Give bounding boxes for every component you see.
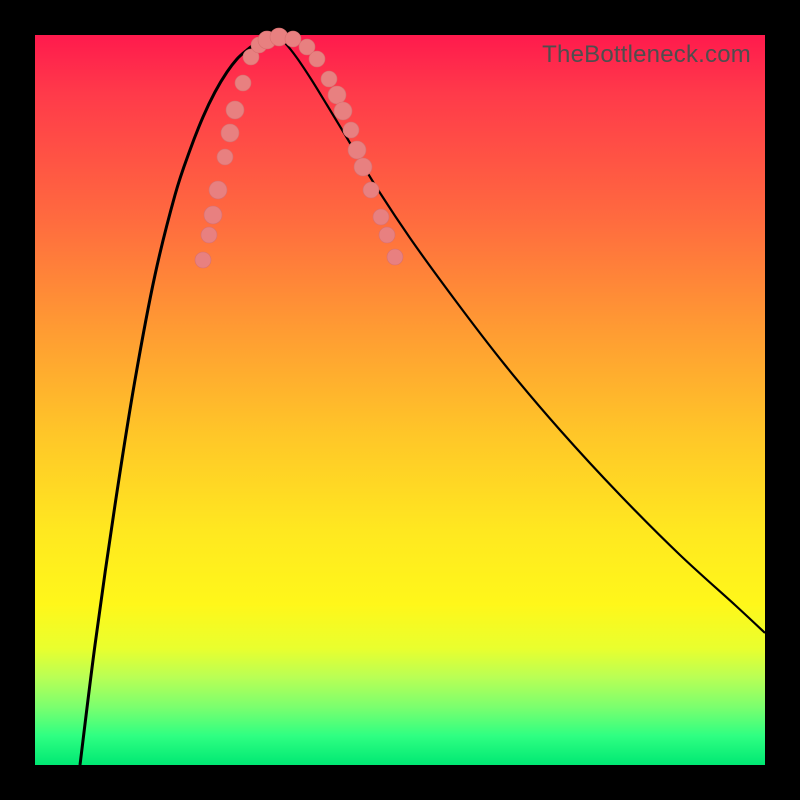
data-point-marker [334, 102, 352, 120]
chart-frame: TheBottleneck.com [0, 0, 800, 800]
data-point-marker [379, 227, 395, 243]
bottleneck-curve-left [80, 35, 275, 765]
data-point-marker [373, 209, 389, 225]
data-point-marker [343, 122, 359, 138]
data-point-marker [226, 101, 244, 119]
data-point-marker [321, 71, 337, 87]
curve-layer [35, 35, 765, 765]
data-point-marker [209, 181, 227, 199]
data-point-marker [363, 182, 379, 198]
data-point-marker [204, 206, 222, 224]
data-point-marker [221, 124, 239, 142]
plot-area: TheBottleneck.com [35, 35, 765, 765]
data-point-markers [195, 28, 403, 268]
data-point-marker [217, 149, 233, 165]
data-point-marker [387, 249, 403, 265]
data-point-marker [309, 51, 325, 67]
data-point-marker [235, 75, 251, 91]
data-point-marker [285, 31, 301, 47]
data-point-marker [348, 141, 366, 159]
data-point-marker [328, 86, 346, 104]
data-point-marker [201, 227, 217, 243]
data-point-marker [195, 252, 211, 268]
data-point-marker [354, 158, 372, 176]
